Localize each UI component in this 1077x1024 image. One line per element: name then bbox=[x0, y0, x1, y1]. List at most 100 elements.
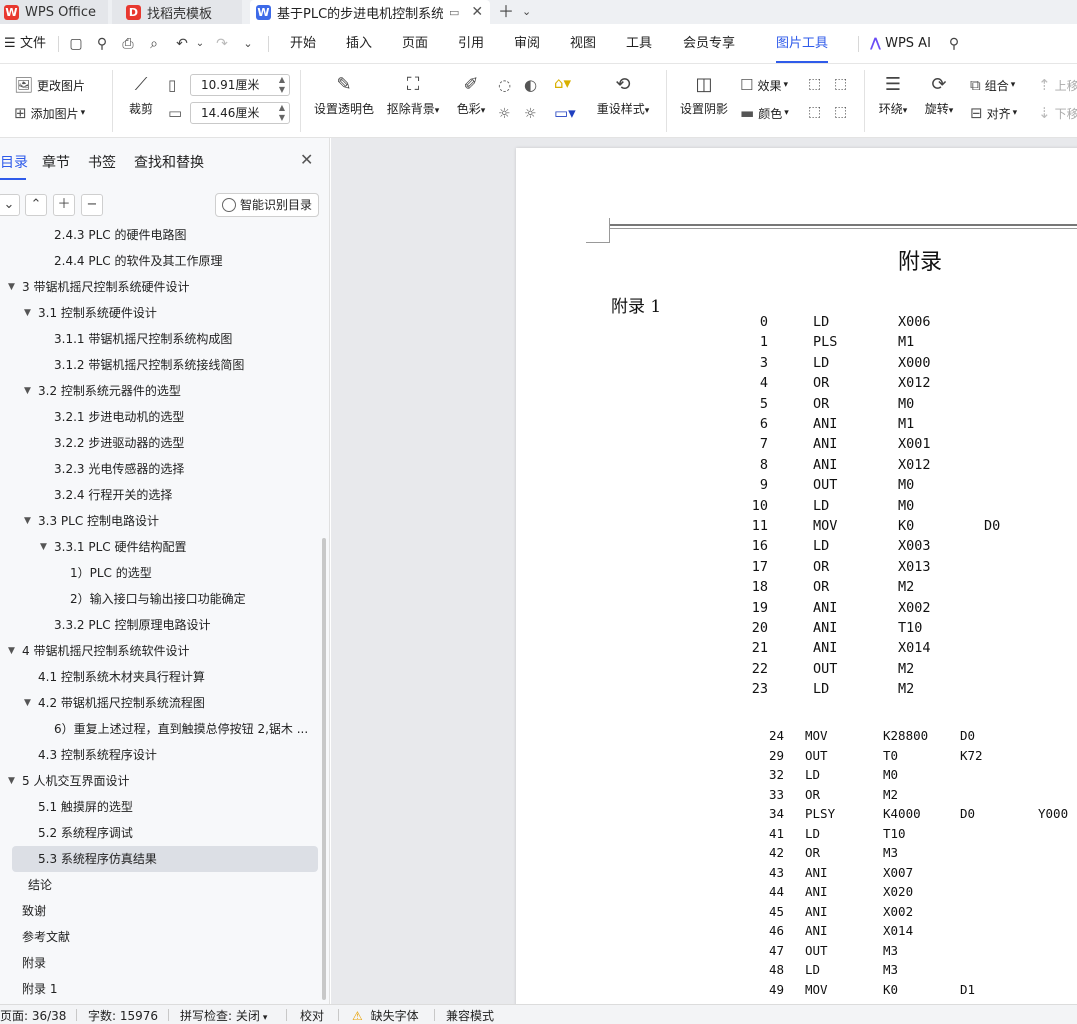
toc-item[interactable]: 2.4.4 PLC 的软件及其工作原理 bbox=[0, 248, 320, 274]
menu-references[interactable]: 引用 bbox=[458, 24, 484, 64]
toc-item[interactable]: 5.3 系统程序仿真结果 bbox=[12, 846, 318, 872]
reset-style-button[interactable]: ⟲ 重设样式▾ bbox=[592, 74, 654, 117]
add-item-button[interactable]: ＋ bbox=[53, 194, 75, 216]
toc-item[interactable]: 3.3.2 PLC 控制原理电路设计 bbox=[0, 612, 320, 638]
undo-dropdown-icon[interactable]: ⌄ bbox=[192, 36, 208, 52]
toc-item[interactable]: ▼ 3.3 PLC 控制电路设计 bbox=[0, 508, 320, 534]
tab-bookmarks[interactable]: 书签 bbox=[88, 152, 116, 172]
toc-item[interactable]: 2.4.3 PLC 的硬件电路图 bbox=[0, 222, 320, 248]
expand-triangle-icon[interactable]: ▼ bbox=[24, 690, 31, 716]
remove-item-button[interactable]: − bbox=[81, 194, 103, 216]
shadow-left-icon[interactable]: ⬚ bbox=[808, 104, 821, 120]
toc-item[interactable]: 4.3 控制系统程序设计 bbox=[0, 742, 320, 768]
highlight-color-icon[interactable]: ⌂▾ bbox=[554, 74, 571, 92]
menu-view[interactable]: 视图 bbox=[570, 24, 596, 64]
add-picture-button[interactable]: ⊞ 添加图片 ▾ bbox=[14, 104, 85, 122]
toc-item[interactable]: 5.2 系统程序调试 bbox=[0, 820, 320, 846]
menu-tools[interactable]: 工具 bbox=[626, 24, 652, 64]
brightness-down-icon[interactable]: ☼ bbox=[498, 106, 511, 122]
undo-icon[interactable]: ↶ bbox=[174, 36, 190, 52]
menu-review[interactable]: 审阅 bbox=[514, 24, 540, 64]
rotate-button[interactable]: ⟳ 旋转▾ bbox=[920, 74, 958, 117]
save-icon[interactable]: ▢ bbox=[68, 36, 84, 52]
toc-item[interactable]: 5.1 触摸屏的选型 bbox=[0, 794, 320, 820]
toc-item[interactable]: 1）PLC 的选型 bbox=[0, 560, 320, 586]
missing-font-button[interactable]: ⚠ 缺失字体 bbox=[352, 1007, 419, 1024]
border-color-icon[interactable]: ▭▾ bbox=[554, 104, 576, 122]
toc-item[interactable]: 6）重复上述过程，直到触摸总停按钮 2,锯木 ... bbox=[0, 716, 320, 742]
menu-file[interactable]: 文件 bbox=[20, 24, 46, 64]
hamburger-icon[interactable]: ☰ bbox=[4, 24, 16, 64]
toc-item[interactable]: 参考文献 bbox=[0, 924, 320, 950]
contrast-down-icon[interactable]: ☼ bbox=[524, 106, 537, 122]
height-input[interactable]: 14.46厘米 ▲ ▼ bbox=[190, 102, 290, 124]
toc-item[interactable]: 结论 bbox=[0, 872, 320, 898]
shadow-up-icon[interactable]: ⬚ bbox=[808, 76, 821, 92]
menu-page[interactable]: 页面 bbox=[402, 24, 428, 64]
tab-list-chevron-icon[interactable]: ⌄ bbox=[522, 0, 531, 24]
search-icon[interactable]: ⚲ bbox=[946, 36, 962, 52]
toc-item[interactable]: 3.2.1 步进电动机的选型 bbox=[0, 404, 320, 430]
toc-item[interactable]: 3.2.3 光电传感器的选择 bbox=[0, 456, 320, 482]
tab-template-store[interactable]: D 找稻壳模板 bbox=[112, 0, 242, 24]
width-input[interactable]: 10.91厘米 ▲ ▼ bbox=[190, 74, 290, 96]
expand-triangle-icon[interactable]: ▼ bbox=[8, 768, 15, 794]
toc-item[interactable]: 致谢 bbox=[0, 898, 320, 924]
close-icon[interactable]: ✕ bbox=[300, 150, 313, 169]
page-indicator[interactable]: 页面: 36/38 bbox=[0, 1007, 66, 1024]
toc-item[interactable]: 2）输入接口与输出接口功能确定 bbox=[0, 586, 320, 612]
wrap-text-button[interactable]: ☰ 环绕▾ bbox=[874, 74, 912, 117]
effect-button[interactable]: ☐ 效果 ▾ bbox=[740, 76, 788, 94]
toc-item[interactable]: ▼ 4 带锯机摇尺控制系统软件设计 bbox=[0, 638, 320, 664]
tab-find-replace[interactable]: 查找和替换 bbox=[134, 152, 204, 172]
tab-current-document[interactable]: W 基于PLC的步进电机控制系统设计 ▭ ✕ bbox=[250, 0, 490, 24]
toc-item[interactable]: ▼ 5 人机交互界面设计 bbox=[0, 768, 320, 794]
bring-forward-button[interactable]: ⇡ 上移 bbox=[1038, 76, 1077, 94]
tab-chapters[interactable]: 章节 bbox=[42, 152, 70, 172]
document-page[interactable]: 附录 附录 1 0 LD X006 1 PLS M1 3 LD X000 4 OR X012 5 OR M0… bbox=[516, 148, 1077, 1004]
toc-item[interactable]: 3.2.4 行程开关的选择 bbox=[0, 482, 320, 508]
toc-item[interactable]: 4.1 控制系统木材夹具行程计算 bbox=[0, 664, 320, 690]
send-backward-button[interactable]: ⇣ 下移 bbox=[1038, 104, 1077, 122]
toc-item[interactable]: ▼ 3.3.1 PLC 硬件结构配置 bbox=[0, 534, 320, 560]
shadow-down-icon[interactable]: ⬚ bbox=[834, 76, 847, 92]
toc-item[interactable]: ▼ 3.2 控制系统元器件的选型 bbox=[0, 378, 320, 404]
window-restore-icon[interactable]: ▭ bbox=[449, 6, 459, 19]
quick-access-more-icon[interactable]: ⌄ bbox=[240, 36, 256, 52]
redo-icon[interactable]: ↷ bbox=[214, 36, 230, 52]
spell-check-toggle[interactable]: 拼写检查: 关闭 ▾ bbox=[180, 1007, 267, 1024]
expand-triangle-icon[interactable]: ▼ bbox=[24, 508, 31, 534]
menu-insert[interactable]: 插入 bbox=[346, 24, 372, 64]
expand-triangle-icon[interactable]: ▼ bbox=[24, 378, 31, 404]
word-count[interactable]: 字数: 15976 bbox=[88, 1007, 158, 1024]
shadow-right-icon[interactable]: ⬚ bbox=[834, 104, 847, 120]
share-link-icon[interactable]: ⚲ bbox=[94, 36, 110, 52]
toc-item[interactable]: 附录 1 bbox=[0, 976, 320, 1002]
move-up-button[interactable]: ⌃ bbox=[25, 194, 47, 216]
document-canvas[interactable]: 附录 附录 1 0 LD X006 1 PLS M1 3 LD X000 4 OR X012 5 OR M0… bbox=[331, 138, 1077, 1004]
menu-member[interactable]: 会员专享 bbox=[683, 24, 735, 64]
wps-ai-button[interactable]: ⋀ WPS AI bbox=[870, 24, 931, 64]
print-icon[interactable]: ⎙ bbox=[120, 36, 136, 52]
brightness-up-icon[interactable]: ◌ bbox=[498, 76, 511, 94]
fill-color-button[interactable]: ▬ 颜色 ▾ bbox=[740, 104, 789, 122]
toc-item[interactable]: ▼ 4.2 带锯机摇尺控制系统流程图 bbox=[0, 690, 320, 716]
remove-background-button[interactable]: ⛶ 抠除背景▾ bbox=[384, 74, 442, 117]
spin-arrows-icon[interactable]: ▲ ▼ bbox=[279, 75, 285, 95]
set-shadow-button[interactable]: ◫ 设置阴影 bbox=[678, 74, 730, 117]
crop-button[interactable]: ⟋ 裁剪 bbox=[126, 74, 156, 117]
group-button[interactable]: ⧉ 组合 ▾ bbox=[970, 76, 1015, 94]
expand-triangle-icon[interactable]: ▼ bbox=[8, 274, 15, 300]
toc-item[interactable]: ▼ 3 带锯机摇尺控制系统硬件设计 bbox=[0, 274, 320, 300]
expand-triangle-icon[interactable]: ▼ bbox=[8, 638, 15, 664]
close-tab-icon[interactable]: ✕ bbox=[471, 4, 483, 20]
collapse-all-button[interactable]: ⌄ bbox=[0, 194, 20, 216]
smart-toc-button[interactable]: 智能识别目录 bbox=[215, 193, 319, 217]
print-preview-icon[interactable]: ⌕ bbox=[146, 36, 162, 52]
toc-item[interactable]: 3.1.2 带锯机摇尺控制系统接线简图 bbox=[0, 352, 320, 378]
color-adjust-button[interactable]: ✐ 色彩▾ bbox=[452, 74, 490, 117]
set-transparent-color-button[interactable]: ✎ 设置透明色 bbox=[312, 74, 376, 117]
expand-triangle-icon[interactable]: ▼ bbox=[40, 534, 47, 560]
new-tab-icon[interactable]: ＋ bbox=[498, 0, 514, 24]
toc-item[interactable]: 3.2.2 步进驱动器的选型 bbox=[0, 430, 320, 456]
